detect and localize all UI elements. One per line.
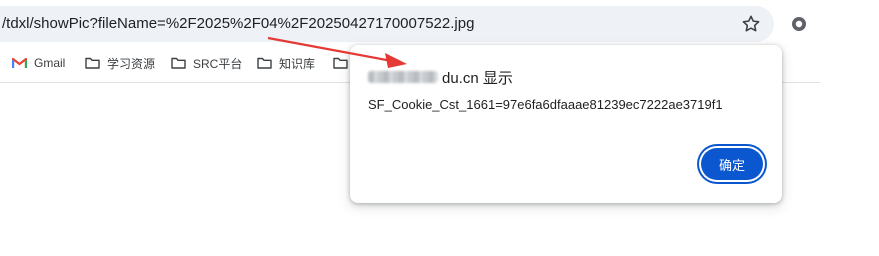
bookmark-label: 学习资源 <box>107 56 156 71</box>
extension-icon[interactable] <box>790 15 808 33</box>
folder-icon <box>171 57 186 69</box>
redacted-origin <box>368 71 438 83</box>
folder-icon <box>257 57 272 69</box>
dialog-message: SF_Cookie_Cst_1661=97e6fa6dfaaae81239ec7… <box>368 97 723 112</box>
bookmark-folder[interactable]: 学习资源 <box>85 52 155 74</box>
alert-dialog: du.cn 显示 SF_Cookie_Cst_1661=97e6fa6dfaaa… <box>350 45 782 203</box>
url-text[interactable]: /tdxl/showPic?fileName=%2F2025%2F04%2F20… <box>2 15 474 32</box>
bookmark-label: Gmail <box>34 56 66 70</box>
bookmark-folder[interactable]: 知识库 <box>257 52 315 74</box>
ok-button[interactable]: 确定 <box>701 148 763 180</box>
browser-window: /tdxl/showPic?fileName=%2F2025%2F04%2F20… <box>0 0 879 256</box>
gmail-icon <box>12 57 27 68</box>
star-icon[interactable] <box>740 13 762 35</box>
dialog-header: du.cn 显示 <box>368 67 513 87</box>
bookmark-label: 知识库 <box>279 56 316 71</box>
bookmark-gmail[interactable]: Gmail <box>12 52 65 74</box>
bookmark-label: SRC平台 <box>193 56 243 71</box>
dialog-title: du.cn 显示 <box>442 69 513 87</box>
folder-icon <box>333 57 348 69</box>
folder-icon <box>85 57 100 69</box>
address-bar[interactable]: /tdxl/showPic?fileName=%2F2025%2F04%2F20… <box>0 6 774 42</box>
bookmark-folder[interactable]: SRC平台 <box>171 52 242 74</box>
